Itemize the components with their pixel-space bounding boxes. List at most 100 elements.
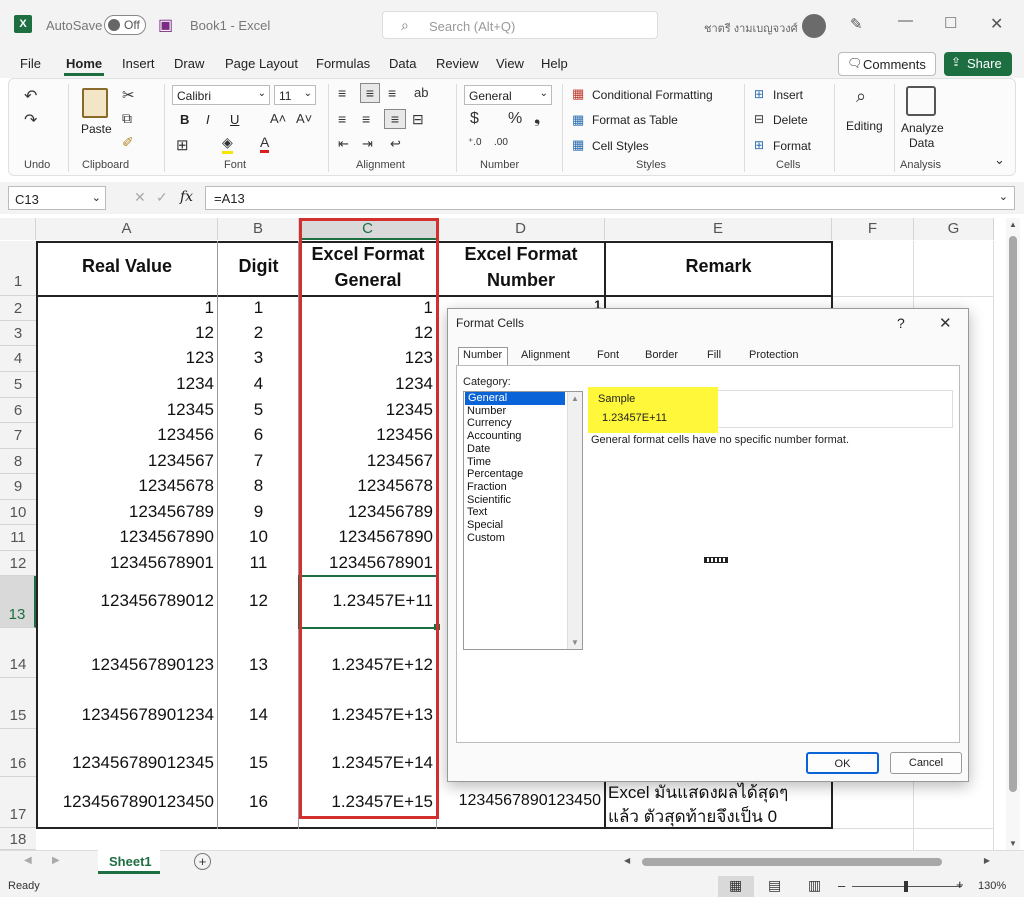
copy-icon[interactable]: ⧉ (122, 110, 132, 127)
search-box[interactable]: ⌕ Search (Alt+Q) (382, 11, 658, 39)
zoom-level[interactable]: 130% (978, 880, 1006, 892)
scroll-up-icon[interactable]: ▲ (571, 394, 579, 403)
vertical-scroll-thumb[interactable] (1009, 236, 1017, 792)
conditional-formatting-button[interactable]: Conditional Formatting (592, 88, 713, 102)
tab-view[interactable]: View (496, 56, 524, 71)
pen-icon[interactable]: ✎ (850, 15, 863, 33)
format-button[interactable]: Format (773, 139, 811, 153)
cell-b10[interactable]: 9 (218, 502, 299, 522)
cell-a17[interactable]: 1234567890123450 (36, 792, 218, 812)
cell-a2[interactable]: 1 (36, 298, 218, 318)
cell-b11[interactable]: 10 (218, 527, 299, 547)
row-header-16[interactable]: 16 (0, 729, 36, 777)
row-header-11[interactable]: 11 (0, 525, 36, 551)
dialog-tab-fill[interactable]: Fill (707, 349, 721, 361)
add-sheet-icon[interactable]: + (194, 853, 211, 870)
horizontal-scrollbar[interactable]: ◀ ▶ (620, 856, 990, 868)
editing-button[interactable]: Editing (846, 119, 883, 133)
prev-sheet-icon[interactable]: ◀ (24, 855, 32, 866)
category-item-number[interactable]: Number (464, 405, 582, 418)
cell-b13[interactable]: 12 (218, 591, 299, 611)
sheet-tab-sheet1[interactable]: Sheet1 (98, 850, 160, 874)
cell-b5[interactable]: 4 (218, 374, 299, 394)
increase-decimal-icon[interactable]: ⁺.0 (468, 137, 482, 148)
tab-home[interactable]: Home (66, 56, 102, 71)
scroll-down-icon[interactable]: ▼ (571, 638, 579, 647)
cell-b15[interactable]: 14 (218, 705, 299, 725)
row-header-2[interactable]: 2 (0, 296, 36, 321)
analyze-data-icon[interactable] (906, 86, 936, 116)
avatar[interactable] (802, 14, 826, 38)
category-item-date[interactable]: Date (464, 443, 582, 456)
cell-b14[interactable]: 13 (218, 655, 299, 675)
category-item-custom[interactable]: Custom (464, 532, 582, 545)
minimize-icon[interactable]: — (898, 12, 913, 29)
row-header-8[interactable]: 8 (0, 449, 36, 474)
row-header-12[interactable]: 12 (0, 551, 36, 576)
next-sheet-icon[interactable]: ▶ (52, 855, 60, 866)
comma-icon[interactable]: ❟ (534, 110, 540, 128)
cell-b6[interactable]: 5 (218, 400, 299, 420)
close-window-icon[interactable]: ✕ (990, 14, 1003, 34)
format-as-table-button[interactable]: Format as Table (592, 113, 678, 127)
category-item-fraction[interactable]: Fraction (464, 481, 582, 494)
tab-page-layout[interactable]: Page Layout (225, 56, 298, 71)
category-item-text[interactable]: Text (464, 506, 582, 519)
decrease-decimal-icon[interactable]: .00 (494, 137, 508, 148)
save-icon[interactable]: ▣ (158, 15, 173, 35)
dialog-tab-border[interactable]: Border (645, 349, 678, 361)
autosave-toggle[interactable]: Off (104, 15, 146, 35)
row-header-18[interactable]: 18 (0, 828, 36, 850)
row-header-9[interactable]: 9 (0, 474, 36, 500)
share-button[interactable]: ⇪ Share (944, 52, 1012, 76)
horizontal-scroll-thumb[interactable] (642, 858, 942, 866)
tab-data[interactable]: Data (389, 56, 416, 71)
redo-icon[interactable]: ↷ (24, 110, 37, 130)
tab-formulas[interactable]: Formulas (316, 56, 370, 71)
orientation-icon[interactable]: ab (414, 85, 428, 100)
cell-styles-button[interactable]: Cell Styles (592, 139, 649, 153)
column-header-b[interactable]: B (218, 218, 299, 240)
category-item-special[interactable]: Special (464, 519, 582, 532)
decrease-font-icon[interactable]: A˅ (296, 111, 312, 126)
name-box[interactable]: C13 ⌄ (8, 186, 106, 210)
paste-button[interactable]: Paste (81, 122, 112, 136)
cell-a15[interactable]: 12345678901234 (36, 705, 218, 725)
dialog-close-icon[interactable]: ✕ (939, 314, 952, 332)
cell-b17[interactable]: 16 (218, 792, 299, 812)
font-name-select[interactable]: Calibri ⌄ (172, 85, 270, 105)
analyze-data-button[interactable]: Analyze (901, 121, 944, 135)
cell-a11[interactable]: 1234567890 (36, 527, 218, 547)
formula-input[interactable]: =A13 ⌄ (205, 186, 1015, 210)
scroll-right-icon[interactable]: ▶ (984, 856, 990, 865)
row-header-17[interactable]: 17 (0, 777, 36, 828)
cell-a6[interactable]: 12345 (36, 400, 218, 420)
category-item-accounting[interactable]: Accounting (464, 430, 582, 443)
category-item-percentage[interactable]: Percentage (464, 468, 582, 481)
borders-icon[interactable]: ⊞ (176, 136, 189, 154)
confirm-entry-icon[interactable]: ✓ (156, 189, 168, 206)
cell-b12[interactable]: 11 (218, 553, 299, 573)
row-header-13[interactable]: 13 (0, 576, 36, 628)
column-header-d[interactable]: D (437, 218, 605, 240)
cell-d17[interactable]: 1234567890123450 (437, 792, 605, 810)
category-item-currency[interactable]: Currency (464, 417, 582, 430)
tab-review[interactable]: Review (436, 56, 479, 71)
zoom-slider-thumb[interactable] (904, 881, 908, 892)
cell-b4[interactable]: 3 (218, 348, 299, 368)
number-format-select[interactable]: General ⌄ (464, 85, 552, 105)
align-center-icon[interactable]: ≡ (362, 111, 370, 127)
undo-icon[interactable]: ↶ (24, 86, 37, 106)
tab-file[interactable]: File (20, 56, 41, 71)
collapse-ribbon-icon[interactable]: ⌄ (994, 152, 1005, 168)
cell-a10[interactable]: 123456789 (36, 502, 218, 522)
italic-button[interactable]: I (206, 112, 210, 127)
dialog-tab-font[interactable]: Font (597, 349, 619, 361)
underline-button[interactable]: U (230, 112, 239, 127)
cell-a5[interactable]: 1234 (36, 374, 218, 394)
percent-icon[interactable]: % (508, 110, 522, 128)
dialog-tab-protection[interactable]: Protection (749, 349, 799, 361)
row-header-6[interactable]: 6 (0, 398, 36, 423)
cell-a3[interactable]: 12 (36, 323, 218, 343)
cell-a4[interactable]: 123 (36, 348, 218, 368)
